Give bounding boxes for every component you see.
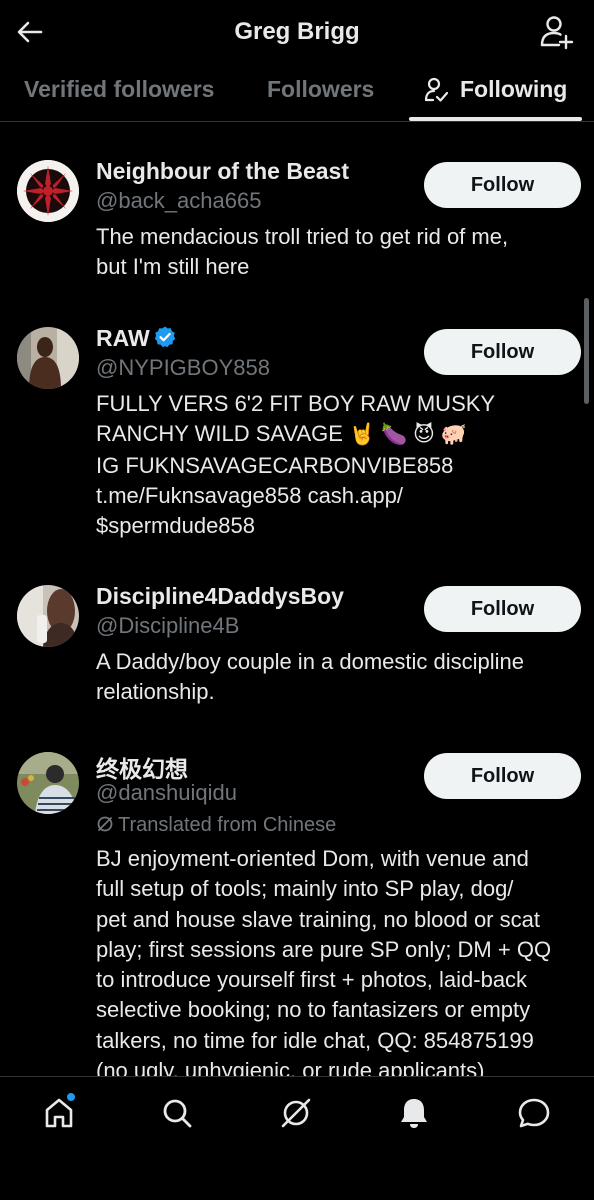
search-icon[interactable] [159, 1095, 195, 1131]
user-name[interactable]: Neighbour of the Beast [96, 158, 349, 185]
user-name[interactable]: RAW [96, 325, 177, 352]
follow-button[interactable]: Follow [424, 586, 581, 632]
translation-notice[interactable]: Translated from Chinese [96, 814, 336, 837]
scrollbar[interactable] [584, 298, 589, 404]
top-bar: Greg Brigg [0, 0, 594, 66]
tab-followers[interactable]: Followers [267, 66, 374, 122]
follow-button[interactable]: Follow [424, 162, 581, 208]
active-tab-indicator [409, 117, 582, 121]
user-bio: The mendacious troll tried to get rid of… [96, 224, 509, 280]
user-bio: BJ enjoyment-oriented Dom, with venue an… [96, 846, 552, 1084]
verified-badge-icon [154, 326, 175, 348]
notifications-icon[interactable] [396, 1095, 432, 1131]
bio-emojis: 🤘 🍆 😈 🐖 [349, 423, 467, 447]
person-check-icon [424, 77, 448, 102]
avatar[interactable] [17, 327, 79, 389]
grok-icon [97, 816, 113, 832]
tab-verified-followers[interactable]: Verified followers [24, 66, 214, 122]
follow-button[interactable]: Follow [424, 753, 581, 799]
list-item[interactable]: RAW @NYPIGBOY858 Follow FULLY VERS 6'2 F… [0, 325, 594, 555]
user-handle: @Discipline4B [96, 613, 240, 638]
page-title: Greg Brigg [234, 18, 360, 45]
person-add-icon[interactable] [538, 14, 574, 50]
user-handle: @danshuiqidu [96, 780, 237, 805]
notification-dot [66, 1092, 76, 1102]
tab-bar: Verified followers Followers Following [0, 66, 594, 122]
user-handle: @back_acha665 [96, 188, 262, 213]
user-bio: A Daddy/boy couple in a domestic discipl… [96, 649, 525, 705]
user-bio: FULLY VERS 6'2 FIT BOY RAW MUSKY RANCHY … [96, 391, 496, 539]
messages-icon[interactable] [516, 1095, 552, 1131]
tab-following-label: Following [460, 76, 568, 102]
bottom-nav [0, 1076, 594, 1200]
follow-button[interactable]: Follow [424, 329, 581, 375]
grok-icon[interactable] [278, 1095, 314, 1131]
avatar[interactable] [17, 160, 79, 222]
list-item[interactable]: Neighbour of the Beast @back_acha665 Fol… [0, 158, 594, 308]
user-handle: @NYPIGBOY858 [96, 355, 270, 380]
avatar[interactable] [17, 752, 79, 814]
user-name[interactable]: Discipline4DaddysBoy [96, 583, 344, 610]
avatar[interactable] [17, 585, 79, 647]
user-name[interactable]: 终极幻想 [96, 750, 188, 784]
list-item[interactable]: 终极幻想 @danshuiqidu Follow Translated from… [0, 750, 594, 1083]
list-item[interactable]: Discipline4DaddysBoy @Discipline4B Follo… [0, 583, 594, 713]
